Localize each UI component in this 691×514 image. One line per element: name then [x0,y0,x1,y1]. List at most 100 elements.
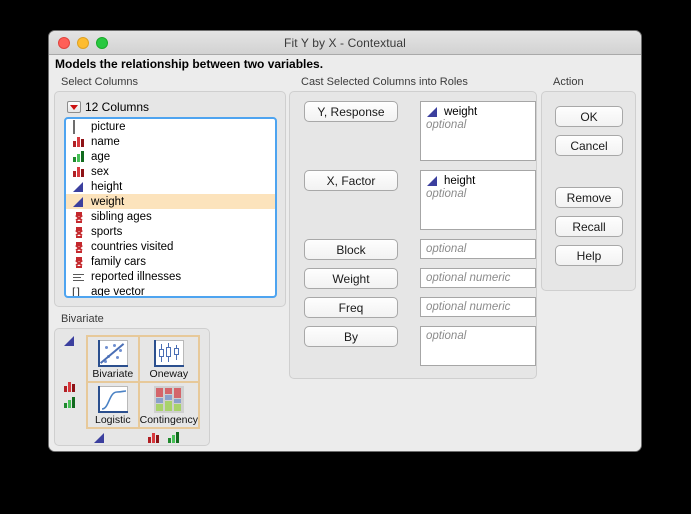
role-placeholder: optional [426,243,467,255]
column-label: sex [91,165,109,178]
column-label: reported illnesses [91,270,182,283]
window-title: Fit Y by X - Contextual [284,35,406,50]
ok-button[interactable]: OK [555,106,623,127]
logistic-curve-icon [97,386,128,413]
list-item[interactable]: [ ] age vector [66,284,275,298]
role-row: Block optional [304,239,536,260]
continuous-blue-triangle-icon [72,196,85,208]
role-field-freq[interactable]: optional numeric [420,297,536,317]
nominal-x-icon [72,226,85,238]
column-label: age [91,150,111,163]
role-value-label: weight [444,106,478,118]
role-placeholder: optional numeric [426,272,511,284]
list-item[interactable]: picture [66,119,275,134]
role-button-block[interactable]: Block [304,239,398,260]
role-field-weight[interactable]: optional numeric [420,268,536,288]
platform-cell-logistic[interactable]: Logistic [87,382,139,428]
vector-brackets-icon: [ ] [72,284,80,298]
nominal-x-icon [72,241,85,253]
role-row: Weight optional numeric [304,268,536,289]
role-field-x-factor[interactable]: height optional [420,170,536,230]
role-value-label: height [444,175,476,187]
row-glyph-continuous-blue-triangle-icon [63,335,76,347]
col-glyph-continuous-blue-triangle-icon [93,432,106,444]
scatterplot-icon [97,340,128,367]
bivariate-matrix: Bivariate Oneway Logistic Contingency [86,335,200,429]
role-field-block[interactable]: optional [420,239,536,259]
title-bar: Fit Y by X - Contextual [49,31,641,55]
col-glyph-nominal-red-bars-icon [147,432,160,444]
role-field-by[interactable]: optional [420,326,536,366]
continuous-blue-triangle-icon [426,106,439,118]
help-button[interactable]: Help [555,245,623,266]
fit-y-by-x-dialog: Fit Y by X - Contextual Models the relat… [48,30,642,452]
ordinal-green-bars-icon [72,150,85,163]
cast-roles-label: Cast Selected Columns into Roles [301,76,468,88]
column-label: age vector [91,285,145,298]
list-item[interactable]: name [66,134,275,149]
role-row: By optional [304,326,536,366]
multiple-response-lines-icon [72,271,85,283]
select-columns-panel: 12 Columns picture name age sex height weight… [54,91,286,307]
disclosure-triangle-icon[interactable] [67,101,81,113]
columns-list[interactable]: picture name age sex height weight sibling age… [64,117,277,298]
platform-cell-bivariate[interactable]: Bivariate [87,336,139,382]
platform-label-logistic: Logistic [95,414,131,426]
role-placeholder: optional [426,188,467,200]
platform-label-bivariate: Bivariate [92,368,134,380]
role-button-x-factor[interactable]: X, Factor [304,170,398,191]
list-item[interactable]: height [66,179,275,194]
square-icon [72,119,85,134]
bivariate-panel: Bivariate Oneway Logistic Contingency [54,328,210,446]
recall-button[interactable]: Recall [555,216,623,237]
mosaic-plot-icon [153,386,184,413]
role-value[interactable]: weight [426,105,530,119]
role-field-y-response[interactable]: weight optional [420,101,536,161]
platform-label-contingency: Contingency [139,414,198,426]
list-item[interactable]: family cars [66,254,275,269]
role-value[interactable]: height [426,174,530,188]
column-label: picture [91,120,126,133]
nominal-red-bars-icon [72,136,85,148]
dialog-body: Select Columns 12 Columns picture name age… [49,75,641,451]
role-button-by[interactable]: By [304,326,398,347]
column-label: name [91,135,120,148]
role-row: Freq optional numeric [304,297,536,318]
list-item[interactable]: sex [66,164,275,179]
columns-count-header[interactable]: 12 Columns [67,100,149,114]
role-button-freq[interactable]: Freq [304,297,398,318]
bivariate-label: Bivariate [61,313,104,325]
column-label: weight [91,195,125,208]
nominal-x-icon [72,256,85,268]
list-item[interactable]: reported illnesses [66,269,275,284]
minimize-icon[interactable] [77,37,89,49]
role-row: Y, Response weight optional [304,101,536,161]
action-label: Action [553,76,584,88]
list-item[interactable]: sports [66,224,275,239]
role-button-weight[interactable]: Weight [304,268,398,289]
role-placeholder: optional [426,119,467,131]
zoom-icon[interactable] [96,37,108,49]
action-panel: OK Cancel Remove Recall Help [541,91,636,291]
remove-button[interactable]: Remove [555,187,623,208]
list-item[interactable]: sibling ages [66,209,275,224]
column-label: sibling ages [91,210,152,223]
platform-label-oneway: Oneway [149,368,189,380]
column-label: height [91,180,123,193]
platform-cell-contingency[interactable]: Contingency [138,382,199,428]
role-button-y-response[interactable]: Y, Response [304,101,398,122]
continuous-blue-triangle-icon [72,181,85,193]
window-controls [58,37,108,49]
role-row: X, Factor height optional [304,170,536,230]
close-icon[interactable] [58,37,70,49]
role-placeholder: optional [426,330,467,342]
row-glyph-ordinal-green-bars-icon [63,397,76,409]
cancel-button[interactable]: Cancel [555,135,623,156]
list-item[interactable]: age [66,149,275,164]
list-item[interactable]: weight [66,194,275,209]
select-columns-label: Select Columns [61,76,139,88]
platform-cell-oneway[interactable]: Oneway [138,336,199,382]
nominal-red-bars-icon [72,166,85,178]
list-item[interactable]: countries visited [66,239,275,254]
column-label: sports [91,225,123,238]
